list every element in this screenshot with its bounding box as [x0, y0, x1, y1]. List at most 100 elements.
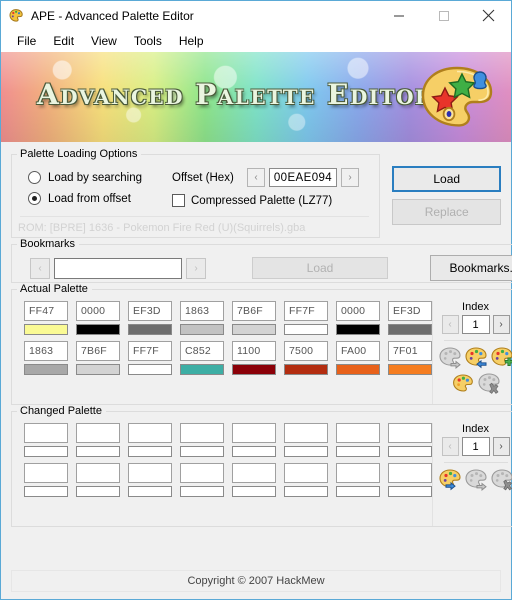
palette-cell[interactable]: [336, 423, 380, 457]
palette-add-icon[interactable]: [490, 345, 512, 369]
palette-color-swatch[interactable]: [128, 364, 172, 375]
palette-cell[interactable]: [180, 423, 224, 457]
replace-button[interactable]: Replace: [392, 199, 501, 225]
actual-index-value[interactable]: 1: [461, 315, 490, 334]
palette-cell[interactable]: [24, 463, 68, 497]
palette-cell[interactable]: [180, 463, 224, 497]
palette-color-swatch[interactable]: [24, 446, 68, 457]
radio-load-by-searching-indicator[interactable]: [28, 171, 41, 184]
palette-color-swatch[interactable]: [76, 446, 120, 457]
palette-cell[interactable]: 7B6F: [76, 341, 120, 375]
palette-color-swatch[interactable]: [180, 324, 224, 335]
palette-edit-icon[interactable]: [451, 371, 475, 395]
menu-item-view[interactable]: View: [83, 31, 126, 51]
palette-color-swatch[interactable]: [232, 486, 276, 497]
palette-hex-value[interactable]: [284, 423, 328, 443]
palette-hex-value[interactable]: [76, 423, 120, 443]
maximize-icon[interactable]: [421, 1, 466, 30]
palette-load-from-rom-icon[interactable]: [438, 345, 462, 369]
palette-cell[interactable]: 1100: [232, 341, 276, 375]
palette-color-swatch[interactable]: [232, 446, 276, 457]
bookmark-input[interactable]: [54, 257, 182, 279]
offset-prev-button[interactable]: ‹: [247, 168, 265, 187]
palette-color-swatch[interactable]: [388, 324, 432, 335]
palette-color-swatch[interactable]: [336, 446, 380, 457]
palette-export-icon[interactable]: [464, 467, 488, 491]
changed-index-value[interactable]: 1: [461, 437, 490, 456]
palette-color-swatch[interactable]: [24, 486, 68, 497]
palette-hex-value[interactable]: 1100: [232, 341, 276, 361]
compressed-palette-checkbox-row[interactable]: Compressed Palette (LZ77): [172, 190, 359, 211]
palette-color-swatch[interactable]: [128, 324, 172, 335]
palette-hex-value[interactable]: 0000: [336, 301, 380, 321]
palette-hex-value[interactable]: FF47: [24, 301, 68, 321]
palette-hex-value[interactable]: [76, 463, 120, 483]
palette-cell[interactable]: [24, 423, 68, 457]
palette-cell[interactable]: EF3D: [128, 301, 172, 335]
palette-color-swatch[interactable]: [24, 364, 68, 375]
palette-hex-value[interactable]: [388, 423, 432, 443]
changed-index-prev-button[interactable]: ‹: [441, 437, 459, 456]
radio-load-from-offset-indicator[interactable]: [28, 192, 41, 205]
palette-color-swatch[interactable]: [388, 446, 432, 457]
palette-hex-value[interactable]: FF7F: [128, 341, 172, 361]
palette-cell[interactable]: [128, 423, 172, 457]
palette-hex-value[interactable]: EF3D: [128, 301, 172, 321]
palette-cell[interactable]: 0000: [76, 301, 120, 335]
bookmarks-dialog-button[interactable]: Bookmarks...: [430, 255, 512, 281]
palette-import-icon[interactable]: [464, 345, 488, 369]
palette-color-swatch[interactable]: [76, 324, 120, 335]
palette-cell[interactable]: C852: [180, 341, 224, 375]
menu-item-help[interactable]: Help: [171, 31, 213, 51]
palette-hex-value[interactable]: [24, 423, 68, 443]
palette-hex-value[interactable]: FA00: [336, 341, 380, 361]
palette-hex-value[interactable]: C852: [180, 341, 224, 361]
palette-cell[interactable]: FA00: [336, 341, 380, 375]
palette-color-swatch[interactable]: [232, 364, 276, 375]
palette-delete-icon[interactable]: [477, 371, 501, 395]
palette-cell[interactable]: [284, 423, 328, 457]
close-icon[interactable]: [466, 1, 511, 30]
bookmark-prev-button[interactable]: ‹: [30, 257, 50, 279]
palette-cell[interactable]: 7500: [284, 341, 328, 375]
palette-cell[interactable]: [388, 423, 432, 457]
palette-hex-value[interactable]: 7500: [284, 341, 328, 361]
palette-hex-value[interactable]: [388, 463, 432, 483]
palette-cell[interactable]: [388, 463, 432, 497]
palette-hex-value[interactable]: [284, 463, 328, 483]
palette-color-swatch[interactable]: [284, 486, 328, 497]
palette-hex-value[interactable]: [24, 463, 68, 483]
palette-cell[interactable]: [336, 463, 380, 497]
palette-clear-icon[interactable]: [490, 467, 512, 491]
palette-color-swatch[interactable]: [284, 324, 328, 335]
palette-color-swatch[interactable]: [180, 446, 224, 457]
actual-index-prev-button[interactable]: ‹: [441, 315, 459, 334]
palette-color-swatch[interactable]: [128, 486, 172, 497]
palette-hex-value[interactable]: [128, 423, 172, 443]
palette-color-swatch[interactable]: [388, 486, 432, 497]
palette-hex-value[interactable]: [180, 463, 224, 483]
palette-cell[interactable]: [76, 463, 120, 497]
palette-cell[interactable]: FF7F: [128, 341, 172, 375]
palette-hex-value[interactable]: [180, 423, 224, 443]
palette-color-swatch[interactable]: [24, 324, 68, 335]
bookmark-next-button[interactable]: ›: [186, 257, 206, 279]
palette-hex-value[interactable]: 7F01: [388, 341, 432, 361]
bookmark-load-button[interactable]: Load: [252, 257, 388, 279]
load-button[interactable]: Load: [392, 166, 501, 192]
offset-next-button[interactable]: ›: [341, 168, 359, 187]
palette-cell[interactable]: 7F01: [388, 341, 432, 375]
palette-hex-value[interactable]: [128, 463, 172, 483]
palette-color-swatch[interactable]: [128, 446, 172, 457]
palette-cell[interactable]: 1863: [24, 341, 68, 375]
palette-color-swatch[interactable]: [284, 364, 328, 375]
actual-index-next-button[interactable]: ›: [492, 315, 510, 334]
palette-cell[interactable]: 7B6F: [232, 301, 276, 335]
palette-color-swatch[interactable]: [180, 486, 224, 497]
palette-color-swatch[interactable]: [76, 364, 120, 375]
palette-hex-value[interactable]: [336, 463, 380, 483]
palette-cell[interactable]: [232, 423, 276, 457]
palette-color-swatch[interactable]: [180, 364, 224, 375]
palette-hex-value[interactable]: 7B6F: [76, 341, 120, 361]
menu-item-tools[interactable]: Tools: [126, 31, 171, 51]
